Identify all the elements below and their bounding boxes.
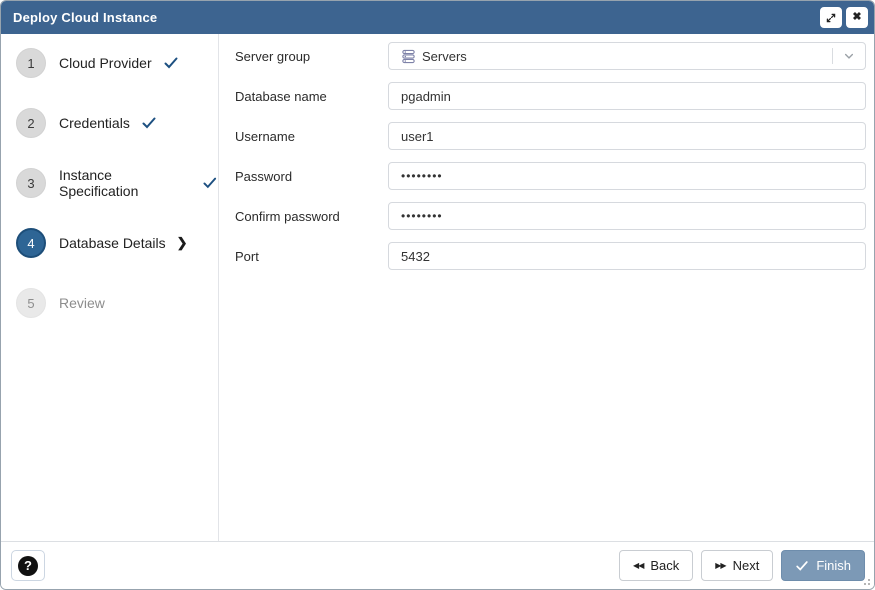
back-button[interactable]: ◀◀ Back [619, 550, 693, 581]
database-name-label: Database name [235, 89, 388, 104]
wizard-step-cloud-provider[interactable]: 1 Cloud Provider [16, 48, 218, 78]
server-group-select[interactable]: Servers [388, 42, 866, 70]
confirm-password-label: Confirm password [235, 209, 388, 224]
close-button[interactable]: ✖ [846, 7, 868, 28]
check-icon [141, 115, 157, 131]
check-icon [795, 559, 809, 573]
finish-button[interactable]: Finish [781, 550, 865, 581]
step-label: Cloud Provider [59, 55, 152, 71]
form-row-password: Password [235, 162, 866, 190]
check-icon [202, 175, 218, 191]
close-icon: ✖ [852, 12, 861, 23]
wizard-steps-sidebar: 1 Cloud Provider 2 Credentials 3 Instanc… [1, 34, 219, 541]
port-input[interactable] [388, 242, 866, 270]
step-number-badge: 3 [16, 168, 46, 198]
wizard-step-credentials[interactable]: 2 Credentials [16, 108, 218, 138]
finish-button-label: Finish [816, 558, 851, 573]
step-label: Instance Specification [59, 167, 191, 199]
step-label: Database Details [59, 235, 166, 251]
maximize-button[interactable] [820, 7, 842, 28]
wizard-step-review[interactable]: 5 Review [16, 288, 218, 318]
wizard-step-database-details[interactable]: 4 Database Details ❯ [16, 228, 218, 258]
help-icon: ? [18, 556, 38, 576]
deploy-cloud-instance-dialog: Deploy Cloud Instance ✖ 1 Cloud Provider… [0, 0, 875, 590]
next-button[interactable]: ▶▶ Next [701, 550, 773, 581]
port-label: Port [235, 249, 388, 264]
form-row-username: Username [235, 122, 866, 150]
chevron-down-icon[interactable] [833, 50, 865, 62]
expand-arrows-icon [825, 12, 837, 24]
form-row-server-group: Server group [235, 42, 866, 70]
resize-grip[interactable] [868, 583, 870, 585]
username-input[interactable] [388, 122, 866, 150]
step-label: Credentials [59, 115, 130, 131]
dialog-title: Deploy Cloud Instance [13, 10, 816, 25]
dialog-footer: ? ◀◀ Back ▶▶ Next Finish [1, 541, 874, 589]
double-left-arrow-icon: ◀◀ [633, 562, 643, 570]
chevron-right-icon: ❯ [177, 235, 188, 251]
database-name-input[interactable] [388, 82, 866, 110]
step-number-badge: 4 [16, 228, 46, 258]
database-details-form: Server group [219, 34, 874, 541]
confirm-password-input[interactable] [388, 202, 866, 230]
password-label: Password [235, 169, 388, 184]
form-row-database-name: Database name [235, 82, 866, 110]
server-group-value: Servers [422, 49, 467, 64]
double-right-arrow-icon: ▶▶ [715, 562, 725, 570]
password-input[interactable] [388, 162, 866, 190]
dialog-titlebar: Deploy Cloud Instance ✖ [1, 1, 874, 34]
check-icon [163, 55, 179, 71]
back-button-label: Back [650, 558, 679, 573]
step-label: Review [59, 295, 105, 311]
form-row-confirm-password: Confirm password [235, 202, 866, 230]
step-number-badge: 5 [16, 288, 46, 318]
step-number-badge: 2 [16, 108, 46, 138]
help-button[interactable]: ? [11, 550, 45, 581]
server-group-icon [401, 49, 416, 64]
step-number-badge: 1 [16, 48, 46, 78]
wizard-step-instance-specification[interactable]: 3 Instance Specification [16, 168, 218, 198]
username-label: Username [235, 129, 388, 144]
form-row-port: Port [235, 242, 866, 270]
server-group-label: Server group [235, 49, 388, 64]
next-button-label: Next [733, 558, 760, 573]
